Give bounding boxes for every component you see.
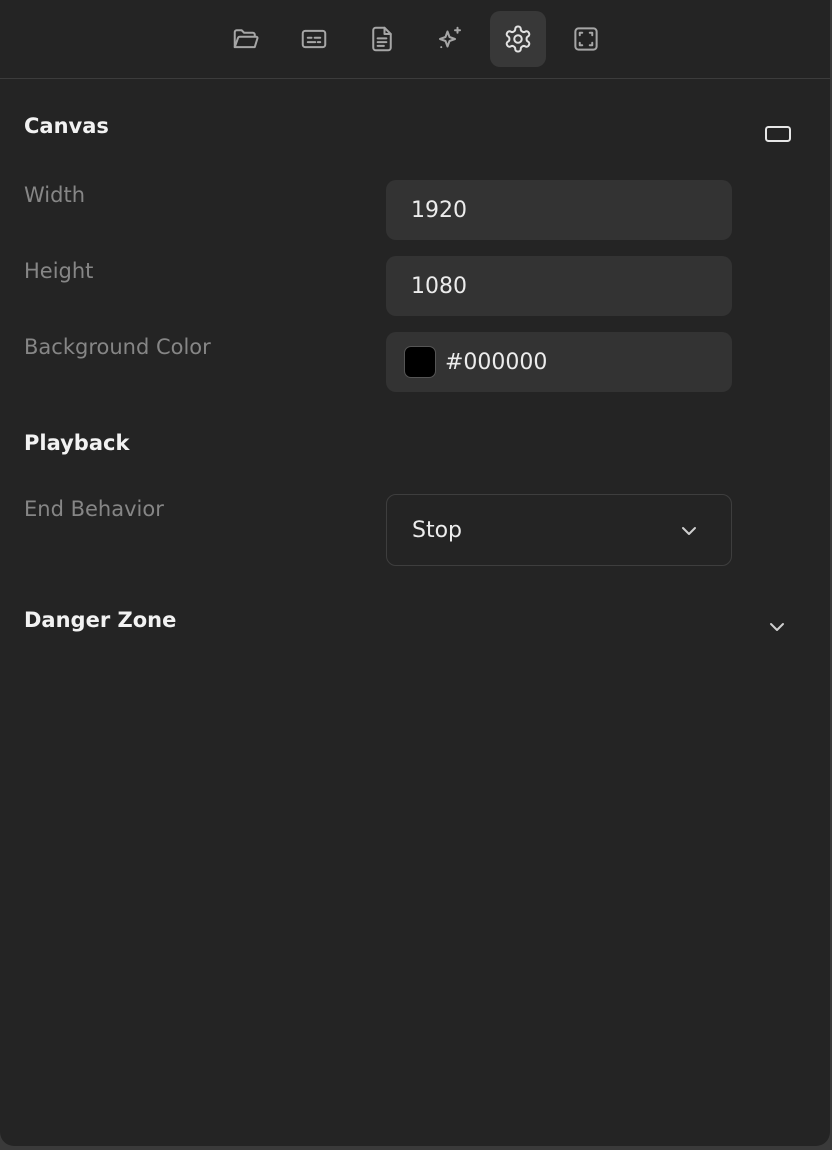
tool-button-document[interactable] xyxy=(354,11,410,67)
height-label: Height xyxy=(24,259,94,283)
canvas-section-title: Canvas xyxy=(24,114,109,138)
background-color-label: Background Color xyxy=(24,335,211,359)
frame-corners-icon xyxy=(574,27,598,51)
document-icon xyxy=(372,26,392,52)
end-behavior-label: End Behavior xyxy=(24,497,164,521)
gear-icon xyxy=(505,25,531,53)
width-input[interactable]: 1920 xyxy=(386,180,732,240)
chevron-down-icon xyxy=(679,521,699,547)
width-value: 1920 xyxy=(411,197,467,223)
tool-button-ai[interactable] xyxy=(422,11,478,67)
danger-zone-chevron-down-icon[interactable] xyxy=(767,617,787,641)
color-swatch[interactable] xyxy=(404,346,436,378)
toolbar xyxy=(0,0,830,79)
folder-open-icon xyxy=(233,29,259,49)
tool-button-files[interactable] xyxy=(218,11,274,67)
settings-panel: Canvas Width 1920 Height 1080 Background… xyxy=(0,0,830,1146)
background-color-input[interactable]: #000000 xyxy=(386,332,732,392)
width-label: Width xyxy=(24,183,86,207)
height-input[interactable]: 1080 xyxy=(386,256,732,316)
background-color-value: #000000 xyxy=(445,349,548,375)
height-value: 1080 xyxy=(411,273,467,299)
end-behavior-value: Stop xyxy=(412,517,463,543)
aspect-ratio-icon[interactable] xyxy=(763,123,793,145)
playback-section-title: Playback xyxy=(24,431,130,455)
tool-button-captions[interactable] xyxy=(286,11,342,67)
captions-icon xyxy=(301,29,327,49)
danger-zone-title[interactable]: Danger Zone xyxy=(24,608,176,632)
tool-button-frame[interactable] xyxy=(558,11,614,67)
tool-button-settings[interactable] xyxy=(490,11,546,67)
sparkles-icon xyxy=(439,26,461,49)
end-behavior-select[interactable]: Stop xyxy=(386,494,732,566)
